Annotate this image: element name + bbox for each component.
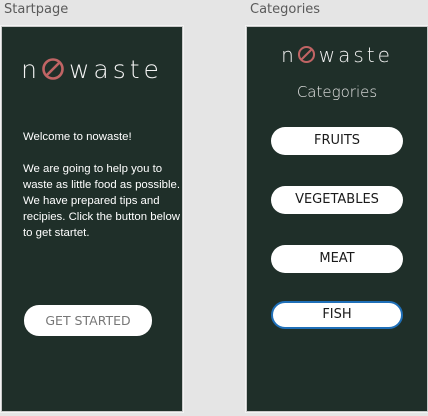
logo-prefix: n [281,42,297,67]
nowaste-logo: n waste [2,53,182,84]
artboard-categories: n waste Categories FRUITS VEGETABLES MEAT… [246,26,428,412]
get-started-button[interactable]: GET STARTED [24,305,152,336]
no-entry-icon [297,45,315,64]
categories-title: Categories [296,83,378,101]
logo-suffix: waste [68,54,163,84]
logo-suffix: waste [318,42,393,67]
welcome-heading: Welcome to nowaste! [23,131,132,143]
frame-label-startpage: Startpage [4,2,69,17]
welcome-text: Welcome to nowaste! We are going to help… [23,129,183,241]
welcome-line-2: We have prepared tips and recipies. Clic… [23,195,181,239]
no-entry-icon [42,58,64,80]
category-button-fruits[interactable]: FRUITS [271,127,403,155]
logo-prefix: n [21,54,41,84]
category-button-fish[interactable]: FISH [271,301,403,329]
frame-label-categories: Categories [250,2,321,17]
category-button-vegetables[interactable]: VEGETABLES [271,186,403,214]
category-button-meat[interactable]: MEAT [271,245,403,273]
artboard-startpage: n waste Welcome to nowaste! We are going … [1,26,183,412]
welcome-line-1: We are going to help you to waste as lit… [23,163,181,191]
nowaste-logo: n waste [247,41,427,67]
